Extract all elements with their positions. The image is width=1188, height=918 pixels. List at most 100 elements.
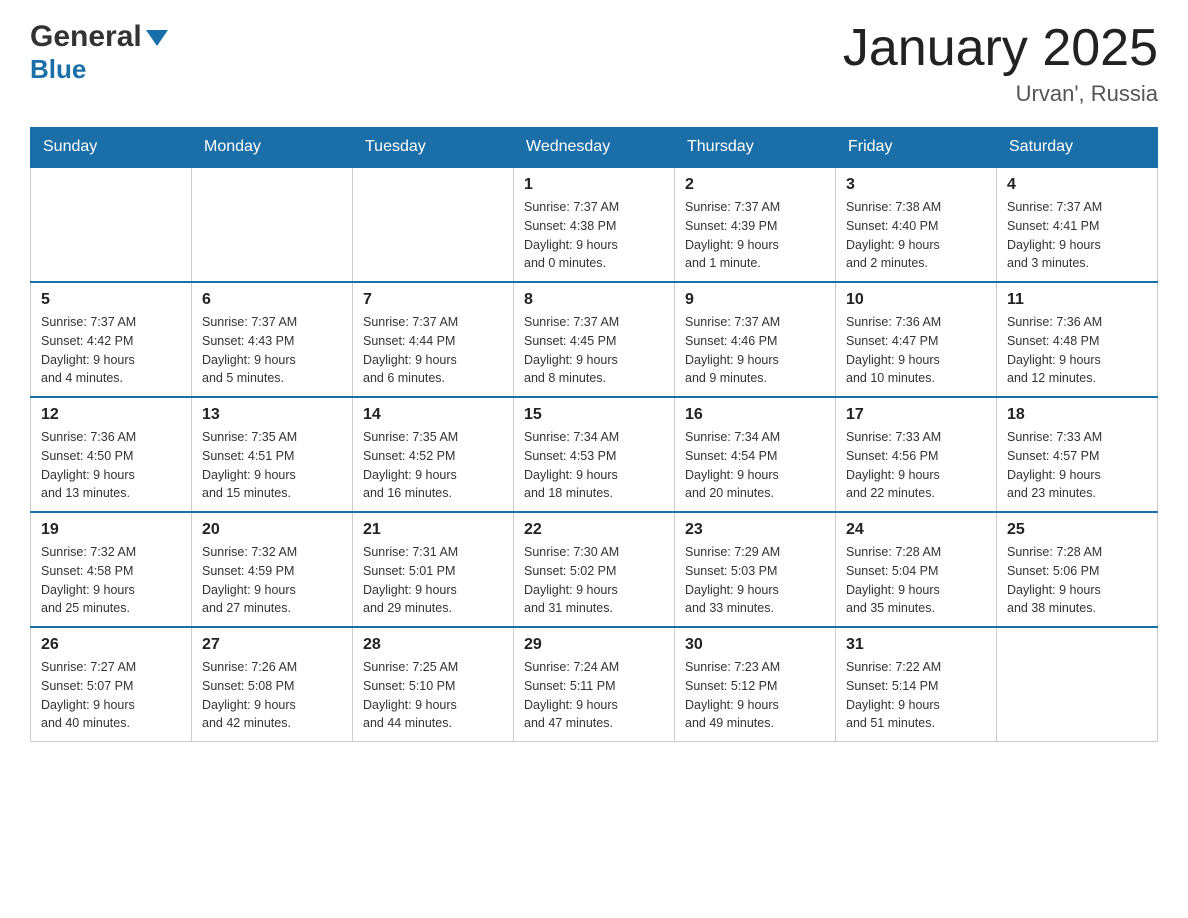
logo-general-text: General	[30, 20, 142, 54]
calendar-header-row: SundayMondayTuesdayWednesdayThursdayFrid…	[31, 128, 1158, 168]
day-number: 19	[41, 521, 181, 539]
calendar-cell: 28 Sunrise: 7:25 AM Sunset: 5:10 PM Dayli…	[353, 627, 514, 742]
day-info: Sunrise: 7:22 AM Sunset: 5:14 PM Dayligh…	[846, 658, 986, 733]
calendar-cell: 18Sunrise: 7:33 AM Sunset: 4:57 PM Dayli…	[997, 397, 1158, 512]
calendar-cell: 23 Sunrise: 7:29 AM Sunset: 5:03 PM Dayli…	[675, 512, 836, 627]
day-info: Sunrise: 7:37 AM Sunset: 4:39 PM Dayligh…	[685, 198, 825, 273]
week-row-2: 5 Sunrise: 7:37 AM Sunset: 4:42 PM Daylig…	[31, 282, 1158, 397]
day-info: Sunrise: 7:37 AM Sunset: 4:43 PM Dayligh…	[202, 313, 342, 388]
day-info: Sunrise: 7:35 AM Sunset: 4:52 PM Dayligh…	[363, 428, 503, 503]
calendar-header-monday: Monday	[192, 128, 353, 168]
calendar-cell: 7Sunrise: 7:37 AM Sunset: 4:44 PM Daylig…	[353, 282, 514, 397]
day-number: 14	[363, 406, 503, 424]
day-number: 22	[524, 521, 664, 539]
day-number: 3	[846, 176, 986, 194]
week-row-5: 26 Sunrise: 7:27 AM Sunset: 5:07 PM Dayli…	[31, 627, 1158, 742]
day-number: 27	[202, 636, 342, 654]
calendar-cell	[997, 627, 1158, 742]
day-number: 4	[1007, 176, 1147, 194]
calendar-cell: 4 Sunrise: 7:37 AM Sunset: 4:41 PM Daylig…	[997, 167, 1158, 282]
day-number: 24	[846, 521, 986, 539]
day-number: 13	[202, 406, 342, 424]
day-number: 25	[1007, 521, 1147, 539]
day-info: Sunrise: 7:33 AM Sunset: 4:56 PM Dayligh…	[846, 428, 986, 503]
calendar-cell: 20 Sunrise: 7:32 AM Sunset: 4:59 PM Dayli…	[192, 512, 353, 627]
calendar-cell: 10 Sunrise: 7:36 AM Sunset: 4:47 PM Dayli…	[836, 282, 997, 397]
day-number: 17	[846, 406, 986, 424]
calendar-cell	[353, 167, 514, 282]
calendar-cell: 26 Sunrise: 7:27 AM Sunset: 5:07 PM Dayli…	[31, 627, 192, 742]
day-number: 12	[41, 406, 181, 424]
day-info: Sunrise: 7:24 AM Sunset: 5:11 PM Dayligh…	[524, 658, 664, 733]
day-info: Sunrise: 7:34 AM Sunset: 4:53 PM Dayligh…	[524, 428, 664, 503]
day-info: Sunrise: 7:37 AM Sunset: 4:41 PM Dayligh…	[1007, 198, 1147, 273]
day-number: 28	[363, 636, 503, 654]
day-number: 8	[524, 291, 664, 309]
calendar-cell: 1 Sunrise: 7:37 AM Sunset: 4:38 PM Daylig…	[514, 167, 675, 282]
day-info: Sunrise: 7:32 AM Sunset: 4:59 PM Dayligh…	[202, 543, 342, 618]
day-info: Sunrise: 7:36 AM Sunset: 4:50 PM Dayligh…	[41, 428, 181, 503]
calendar-cell: 2 Sunrise: 7:37 AM Sunset: 4:39 PM Daylig…	[675, 167, 836, 282]
day-number: 31	[846, 636, 986, 654]
title-block: January 2025 Urvan', Russia	[843, 20, 1158, 107]
calendar-header-tuesday: Tuesday	[353, 128, 514, 168]
day-number: 21	[363, 521, 503, 539]
day-info: Sunrise: 7:35 AM Sunset: 4:51 PM Dayligh…	[202, 428, 342, 503]
calendar-cell: 30Sunrise: 7:23 AM Sunset: 5:12 PM Dayli…	[675, 627, 836, 742]
calendar-cell: 27 Sunrise: 7:26 AM Sunset: 5:08 PM Dayli…	[192, 627, 353, 742]
calendar-header-saturday: Saturday	[997, 128, 1158, 168]
day-info: Sunrise: 7:36 AM Sunset: 4:48 PM Dayligh…	[1007, 313, 1147, 388]
calendar-cell: 14 Sunrise: 7:35 AM Sunset: 4:52 PM Dayli…	[353, 397, 514, 512]
day-info: Sunrise: 7:36 AM Sunset: 4:47 PM Dayligh…	[846, 313, 986, 388]
calendar-cell: 29 Sunrise: 7:24 AM Sunset: 5:11 PM Dayli…	[514, 627, 675, 742]
calendar-cell: 15 Sunrise: 7:34 AM Sunset: 4:53 PM Dayli…	[514, 397, 675, 512]
calendar-header-wednesday: Wednesday	[514, 128, 675, 168]
day-info: Sunrise: 7:37 AM Sunset: 4:46 PM Dayligh…	[685, 313, 825, 388]
day-number: 29	[524, 636, 664, 654]
calendar-cell: 17 Sunrise: 7:33 AM Sunset: 4:56 PM Dayli…	[836, 397, 997, 512]
calendar-cell: 31 Sunrise: 7:22 AM Sunset: 5:14 PM Dayli…	[836, 627, 997, 742]
calendar-table: SundayMondayTuesdayWednesdayThursdayFrid…	[30, 127, 1158, 742]
calendar-header-friday: Friday	[836, 128, 997, 168]
calendar-cell: 6 Sunrise: 7:37 AM Sunset: 4:43 PM Daylig…	[192, 282, 353, 397]
logo-blue-text: Blue	[30, 54, 86, 85]
calendar-cell: 9Sunrise: 7:37 AM Sunset: 4:46 PM Daylig…	[675, 282, 836, 397]
calendar-cell: 24Sunrise: 7:28 AM Sunset: 5:04 PM Dayli…	[836, 512, 997, 627]
calendar-cell: 22 Sunrise: 7:30 AM Sunset: 5:02 PM Dayli…	[514, 512, 675, 627]
day-number: 16	[685, 406, 825, 424]
day-number: 5	[41, 291, 181, 309]
day-number: 18	[1007, 406, 1147, 424]
day-number: 6	[202, 291, 342, 309]
calendar-cell: 3 Sunrise: 7:38 AM Sunset: 4:40 PM Daylig…	[836, 167, 997, 282]
day-number: 11	[1007, 291, 1147, 309]
logo-arrow-icon	[146, 30, 168, 51]
day-number: 26	[41, 636, 181, 654]
day-info: Sunrise: 7:25 AM Sunset: 5:10 PM Dayligh…	[363, 658, 503, 733]
day-number: 15	[524, 406, 664, 424]
day-number: 10	[846, 291, 986, 309]
calendar-cell: 25Sunrise: 7:28 AM Sunset: 5:06 PM Dayli…	[997, 512, 1158, 627]
calendar-header-thursday: Thursday	[675, 128, 836, 168]
day-info: Sunrise: 7:34 AM Sunset: 4:54 PM Dayligh…	[685, 428, 825, 503]
day-number: 1	[524, 176, 664, 194]
day-info: Sunrise: 7:23 AM Sunset: 5:12 PM Dayligh…	[685, 658, 825, 733]
week-row-1: 1 Sunrise: 7:37 AM Sunset: 4:38 PM Daylig…	[31, 167, 1158, 282]
main-title: January 2025	[843, 20, 1158, 77]
page-header: General Blue January 2025 Urvan', Russia	[30, 20, 1158, 107]
day-info: Sunrise: 7:37 AM Sunset: 4:42 PM Dayligh…	[41, 313, 181, 388]
day-info: Sunrise: 7:37 AM Sunset: 4:44 PM Dayligh…	[363, 313, 503, 388]
day-info: Sunrise: 7:38 AM Sunset: 4:40 PM Dayligh…	[846, 198, 986, 273]
day-info: Sunrise: 7:30 AM Sunset: 5:02 PM Dayligh…	[524, 543, 664, 618]
day-info: Sunrise: 7:26 AM Sunset: 5:08 PM Dayligh…	[202, 658, 342, 733]
day-info: Sunrise: 7:29 AM Sunset: 5:03 PM Dayligh…	[685, 543, 825, 618]
day-number: 2	[685, 176, 825, 194]
day-info: Sunrise: 7:37 AM Sunset: 4:38 PM Dayligh…	[524, 198, 664, 273]
calendar-header-sunday: Sunday	[31, 128, 192, 168]
calendar-cell: 12 Sunrise: 7:36 AM Sunset: 4:50 PM Dayli…	[31, 397, 192, 512]
logo: General Blue	[30, 20, 168, 85]
calendar-cell: 19Sunrise: 7:32 AM Sunset: 4:58 PM Dayli…	[31, 512, 192, 627]
day-number: 20	[202, 521, 342, 539]
day-info: Sunrise: 7:27 AM Sunset: 5:07 PM Dayligh…	[41, 658, 181, 733]
week-row-3: 12 Sunrise: 7:36 AM Sunset: 4:50 PM Dayli…	[31, 397, 1158, 512]
day-number: 23	[685, 521, 825, 539]
